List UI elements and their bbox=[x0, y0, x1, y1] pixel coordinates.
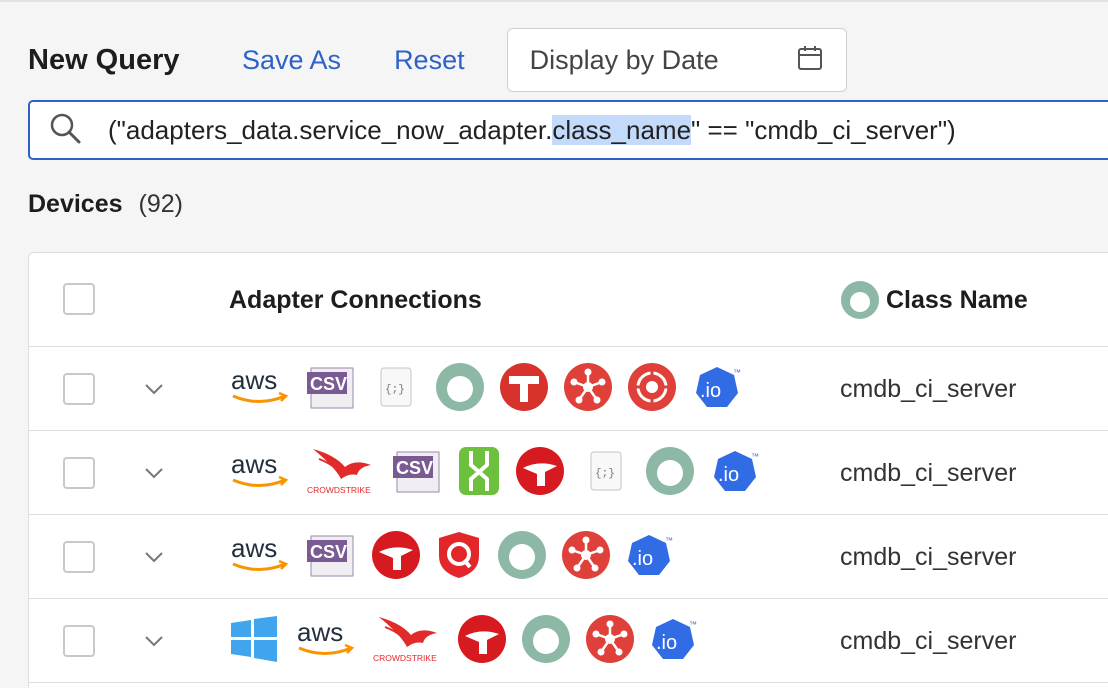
aws-icon[interactable]: aws bbox=[295, 617, 357, 666]
svg-text:{;}: {;} bbox=[385, 384, 405, 396]
svg-text:.io: .io bbox=[718, 464, 739, 486]
svg-text:.io: .io bbox=[700, 380, 721, 402]
top-divider bbox=[0, 0, 1108, 4]
svg-text:aws: aws bbox=[231, 449, 277, 479]
query-search-input[interactable]: ("adapters_data.service_now_adapter.clas… bbox=[28, 100, 1108, 160]
trendmicro-icon[interactable] bbox=[371, 530, 421, 585]
class-name-cell: cmdb_ci_server bbox=[840, 543, 1017, 571]
column-class-name[interactable]: Class Name bbox=[840, 253, 1028, 347]
page-title: New Query bbox=[28, 43, 180, 76]
query-text: ("adapters_data.service_now_adapter.clas… bbox=[108, 114, 956, 145]
table-row[interactable]: aws CSV .io ™ cmdb_ci_server bbox=[29, 515, 1108, 599]
sentinelone-icon[interactable] bbox=[457, 445, 501, 502]
svg-text:CSV: CSV bbox=[310, 374, 347, 394]
devices-title: Devices bbox=[28, 190, 123, 218]
adapter-icons: aws CROWDSTRIKE CSV {;} .io ™ bbox=[229, 445, 765, 502]
table-row[interactable]: aws CROWDSTRIKE CSV {;} .io ™ cmdb_ci_se… bbox=[29, 431, 1108, 515]
svg-text:{;}: {;} bbox=[595, 468, 615, 480]
tanium-icon[interactable] bbox=[499, 362, 549, 417]
svg-text:CSV: CSV bbox=[310, 542, 347, 562]
csv-icon[interactable]: CSV bbox=[391, 448, 443, 499]
service-now-icon[interactable] bbox=[645, 446, 695, 501]
query-selection: class_name bbox=[552, 114, 692, 145]
table-row[interactable]: aws CROWDSTRIKE .io ™ cmdb_ci_server bbox=[29, 599, 1108, 683]
hub-icon[interactable] bbox=[563, 362, 613, 417]
target-icon[interactable] bbox=[627, 362, 677, 417]
class-name-cell: cmdb_ci_server bbox=[840, 459, 1017, 487]
devices-count: (92) bbox=[138, 190, 183, 218]
chevron-down-icon[interactable] bbox=[141, 460, 167, 486]
svg-text:™: ™ bbox=[689, 620, 697, 629]
csv-icon[interactable]: CSV bbox=[305, 532, 357, 583]
table-header-row: Adapter Connections Class Name bbox=[29, 253, 1108, 347]
row-checkbox[interactable] bbox=[63, 541, 95, 573]
svg-text:.io: .io bbox=[656, 632, 677, 654]
devices-table: Adapter Connections Class Name aws CSV {… bbox=[28, 252, 1108, 688]
trendmicro-icon[interactable] bbox=[515, 446, 565, 501]
io-icon[interactable]: .io ™ bbox=[695, 365, 747, 414]
search-icon bbox=[48, 111, 82, 150]
svg-text:aws: aws bbox=[231, 365, 277, 395]
svg-text:CROWDSTRIKE: CROWDSTRIKE bbox=[307, 485, 371, 495]
table-row[interactable]: aws CSV {;} .io ™ cmdb_ci_server bbox=[29, 347, 1108, 431]
json-icon[interactable]: {;} bbox=[379, 366, 413, 413]
svg-text:™: ™ bbox=[665, 536, 673, 545]
service-now-icon[interactable] bbox=[435, 362, 485, 417]
chevron-down-icon[interactable] bbox=[141, 544, 167, 570]
row-checkbox[interactable] bbox=[63, 625, 95, 657]
date-picker-label: Display by Date bbox=[529, 44, 719, 75]
windows-icon[interactable] bbox=[229, 615, 279, 667]
chevron-down-icon[interactable] bbox=[141, 376, 167, 402]
aws-icon[interactable]: aws bbox=[229, 533, 291, 582]
class-name-label: Class Name bbox=[886, 285, 1028, 314]
io-icon[interactable]: .io ™ bbox=[651, 617, 703, 666]
query-header: New Query Save As Reset Display by Date bbox=[28, 28, 847, 92]
csv-icon[interactable]: CSV bbox=[305, 364, 357, 415]
adapter-icons: aws CROWDSTRIKE .io ™ bbox=[229, 613, 703, 670]
aws-icon[interactable]: aws bbox=[229, 449, 291, 498]
devices-heading: Devices (92) bbox=[28, 190, 183, 219]
service-now-icon[interactable] bbox=[521, 614, 571, 669]
json-icon[interactable]: {;} bbox=[589, 450, 623, 497]
svg-text:CROWDSTRIKE: CROWDSTRIKE bbox=[373, 653, 437, 663]
svg-text:™: ™ bbox=[733, 368, 741, 377]
qualys-icon[interactable] bbox=[437, 530, 481, 585]
svg-text:aws: aws bbox=[297, 617, 343, 647]
crowdstrike-icon[interactable]: CROWDSTRIKE bbox=[371, 613, 445, 670]
adapter-icons: aws CSV .io ™ bbox=[229, 530, 679, 583]
display-by-date-picker[interactable]: Display by Date bbox=[506, 28, 847, 92]
row-checkbox[interactable] bbox=[63, 457, 95, 489]
class-name-cell: cmdb_ci_server bbox=[840, 375, 1017, 403]
save-as-button[interactable]: Save As bbox=[242, 45, 341, 76]
select-all-checkbox[interactable] bbox=[63, 283, 95, 315]
io-icon[interactable]: .io ™ bbox=[713, 449, 765, 498]
svg-text:™: ™ bbox=[751, 452, 759, 461]
io-icon[interactable]: .io ™ bbox=[627, 533, 679, 582]
hub-icon[interactable] bbox=[561, 530, 611, 585]
class-name-cell: cmdb_ci_server bbox=[840, 627, 1017, 655]
row-checkbox[interactable] bbox=[63, 373, 95, 405]
adapter-icons: aws CSV {;} .io ™ bbox=[229, 362, 747, 415]
column-adapter-connections[interactable]: Adapter Connections bbox=[229, 253, 482, 347]
trendmicro-icon[interactable] bbox=[457, 614, 507, 669]
svg-text:CSV: CSV bbox=[396, 458, 433, 478]
svg-text:aws: aws bbox=[231, 533, 277, 563]
calendar-icon bbox=[796, 44, 824, 77]
aws-icon[interactable]: aws bbox=[229, 365, 291, 414]
hub-icon[interactable] bbox=[585, 614, 635, 669]
reset-button[interactable]: Reset bbox=[394, 45, 465, 76]
chevron-down-icon[interactable] bbox=[141, 628, 167, 654]
service-now-icon[interactable] bbox=[497, 530, 547, 585]
service-now-icon bbox=[840, 280, 880, 320]
crowdstrike-icon[interactable]: CROWDSTRIKE bbox=[305, 445, 379, 502]
svg-text:.io: .io bbox=[632, 548, 653, 570]
